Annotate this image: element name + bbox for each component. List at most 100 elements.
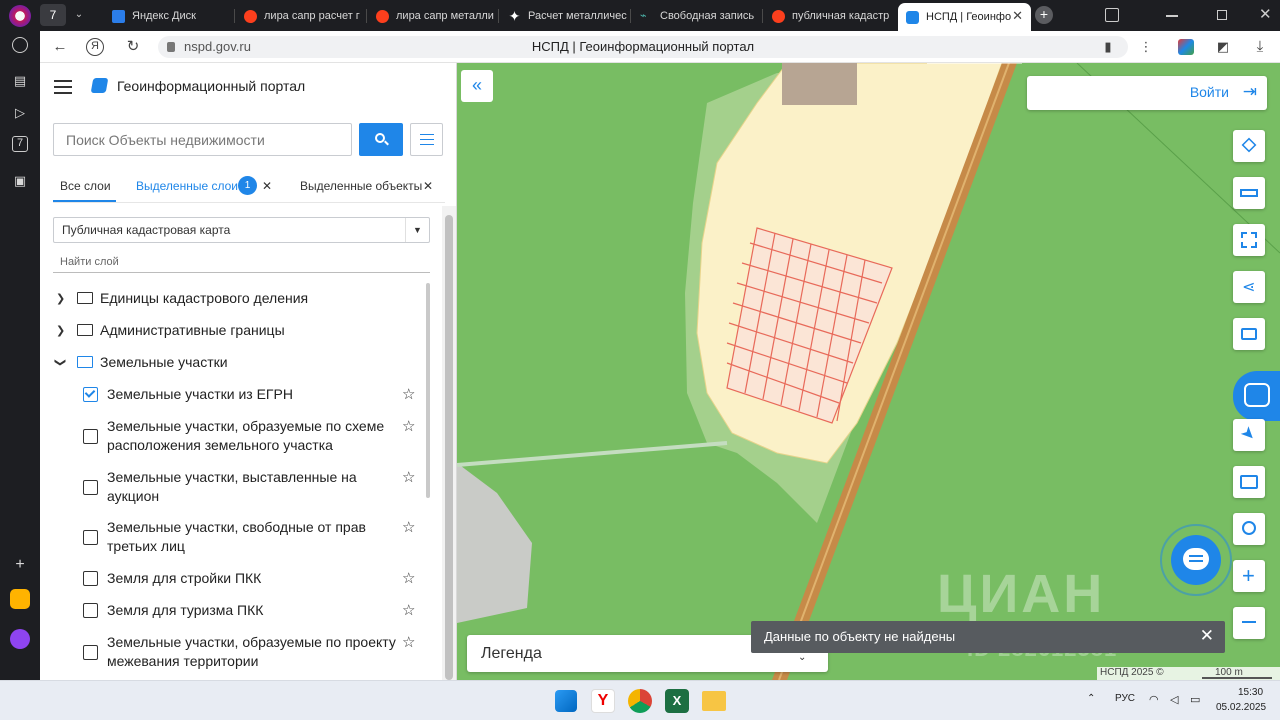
- zoom-in-button[interactable]: +: [1233, 560, 1265, 592]
- ruler-button[interactable]: [1233, 177, 1265, 209]
- back-arrow-icon[interactable]: ←: [50, 37, 70, 57]
- chrome-icon[interactable]: [628, 689, 652, 713]
- layer-checkbox[interactable]: [83, 429, 98, 444]
- star-icon[interactable]: ☆: [402, 518, 415, 536]
- login-button[interactable]: Войти ⇥: [1027, 76, 1267, 110]
- share-button[interactable]: ⋖: [1233, 271, 1265, 303]
- reload-icon[interactable]: ↻: [123, 37, 143, 57]
- more-vertical-icon[interactable]: ⋮: [1136, 37, 1156, 57]
- feedback-button[interactable]: [1233, 371, 1280, 421]
- layer-checkbox[interactable]: [83, 603, 98, 618]
- profile-icon[interactable]: ◩: [1213, 37, 1233, 57]
- collapse-panel-button[interactable]: «: [461, 70, 493, 102]
- yandex-browser-icon[interactable]: Y: [591, 689, 615, 713]
- seven-icon[interactable]: 7: [12, 136, 28, 152]
- screenshot-icon[interactable]: ▣: [10, 171, 30, 191]
- map-view[interactable]: « Войти ⇥ ⋖ ➤ + ЦИАН ID 282612381: [457, 63, 1280, 680]
- add-plus-icon[interactable]: +: [10, 555, 30, 575]
- search-input[interactable]: [54, 124, 351, 155]
- mail-icon[interactable]: [10, 589, 30, 609]
- tab-all-layers[interactable]: Все слои: [60, 179, 111, 193]
- clock-date[interactable]: 05.02.2025: [1216, 702, 1266, 713]
- minimap-button[interactable]: [1233, 466, 1265, 498]
- layers-button[interactable]: [1233, 130, 1265, 162]
- window-restore-icon[interactable]: [1217, 10, 1227, 20]
- window-collections-icon[interactable]: [1105, 8, 1119, 22]
- panel-scroll-thumb[interactable]: [445, 215, 453, 680]
- base-layer-select[interactable]: Публичная кадастровая карта ▼: [53, 217, 430, 243]
- locate-button[interactable]: [1233, 513, 1265, 545]
- triangle-down-icon: ▼: [405, 218, 429, 242]
- chat-button[interactable]: [1171, 535, 1221, 585]
- tab-list-chevron-icon[interactable]: ⌄: [70, 6, 88, 24]
- tab-label: НСПД | Геоинфо: [926, 11, 1012, 23]
- bookmarks-icon[interactable]: ▤: [10, 71, 30, 91]
- extension-icon[interactable]: [1178, 39, 1194, 55]
- chart-icon: ⌁: [640, 9, 647, 22]
- chevron-right-icon[interactable]: ❯: [56, 292, 65, 305]
- star-icon[interactable]: ☆: [402, 468, 415, 486]
- zoom-out-button[interactable]: [1233, 607, 1265, 639]
- star-icon[interactable]: ☆: [402, 417, 415, 435]
- wifi-icon[interactable]: ◠: [1149, 693, 1159, 706]
- url-field[interactable]: nspd.gov.ru НСПД | Геоинформационный пор…: [158, 36, 1128, 58]
- layer-label: Земельные участки, образуемые по проекту…: [107, 634, 396, 669]
- tab-lira-sapr-2[interactable]: лира сапр металли: [368, 3, 499, 29]
- layer-label: Земельные участки, выставленные на аукци…: [107, 469, 357, 504]
- alice-icon[interactable]: [10, 629, 30, 649]
- battery-icon[interactable]: ▭: [1190, 693, 1200, 706]
- bookmark-icon[interactable]: ▮: [1098, 37, 1118, 57]
- find-layer-input[interactable]: [53, 251, 430, 272]
- close-icon[interactable]: ✕: [1200, 626, 1214, 646]
- layer-checkbox[interactable]: [83, 645, 98, 660]
- tab-metal-calc[interactable]: ✦ Расчет металличес: [500, 3, 631, 29]
- star-icon[interactable]: ☆: [402, 385, 415, 403]
- window-close-icon[interactable]: ✕: [1259, 5, 1272, 23]
- new-tab-plus-icon[interactable]: +: [1035, 6, 1053, 24]
- language-indicator[interactable]: РУС: [1115, 693, 1135, 704]
- folder-label: Земельные участки: [100, 354, 228, 370]
- tab-yandex-disk[interactable]: Яндекс Диск: [104, 3, 235, 29]
- filter-button[interactable]: [410, 123, 443, 156]
- star-icon[interactable]: ☆: [402, 633, 415, 651]
- chevron-right-icon[interactable]: ❯: [56, 324, 65, 337]
- history-icon[interactable]: [12, 37, 28, 53]
- layer-checkbox[interactable]: [83, 571, 98, 586]
- clock-time[interactable]: 15:30: [1238, 687, 1263, 698]
- hamburger-menu-icon[interactable]: [54, 80, 72, 94]
- print-button[interactable]: [1233, 318, 1265, 350]
- address-bar: ← Я ↻ nspd.gov.ru НСПД | Геоинформационн…: [40, 31, 1280, 63]
- file-explorer-icon[interactable]: [702, 691, 726, 711]
- close-tab-icon[interactable]: ✕: [1012, 8, 1023, 24]
- map-canvas[interactable]: [457, 63, 1280, 680]
- tab-lira-sapr-1[interactable]: лира сапр расчет г: [236, 3, 367, 29]
- tab-nspd-active[interactable]: НСПД | Геоинфо ✕: [898, 3, 1031, 31]
- star-icon[interactable]: ☆: [402, 601, 415, 619]
- play-icon[interactable]: ▷: [10, 103, 30, 123]
- windows-start-icon[interactable]: [555, 690, 577, 712]
- download-icon[interactable]: ⤓: [1250, 37, 1270, 57]
- star-icon[interactable]: ☆: [402, 569, 415, 587]
- chevron-down-icon[interactable]: ❯: [54, 358, 67, 367]
- select-area-button[interactable]: [1233, 224, 1265, 256]
- excel-icon[interactable]: X: [665, 689, 689, 713]
- layer-checkbox[interactable]: [83, 530, 98, 545]
- window-minimize-icon[interactable]: [1166, 15, 1178, 17]
- layer-label: Земля для стройки ПКК: [107, 570, 262, 586]
- clear-selected-layers-icon[interactable]: ✕: [262, 179, 272, 193]
- tree-scrollbar[interactable]: [426, 283, 430, 498]
- yandex-y-icon[interactable]: Я: [86, 38, 104, 56]
- layer-checkbox[interactable]: [83, 480, 98, 495]
- volume-icon[interactable]: ◁: [1170, 693, 1178, 706]
- tab-counter-button[interactable]: 7: [40, 4, 66, 26]
- tab-selected-layers[interactable]: Выделенные слои: [136, 179, 238, 193]
- clear-selected-objects-icon[interactable]: ✕: [423, 179, 433, 193]
- search-button[interactable]: [359, 123, 403, 156]
- navigate-button[interactable]: ➤: [1233, 419, 1265, 451]
- tab-public-cadastral[interactable]: публичная кадастр: [764, 3, 895, 29]
- tab-selected-objects[interactable]: Выделенные объекты: [300, 179, 422, 193]
- browser-logo-icon[interactable]: [9, 5, 31, 27]
- tab-free-record[interactable]: ⌁ Свободная запись: [632, 3, 763, 29]
- tray-chevron-up-icon[interactable]: ⌃: [1087, 693, 1095, 704]
- layer-checkbox-checked[interactable]: [83, 387, 98, 402]
